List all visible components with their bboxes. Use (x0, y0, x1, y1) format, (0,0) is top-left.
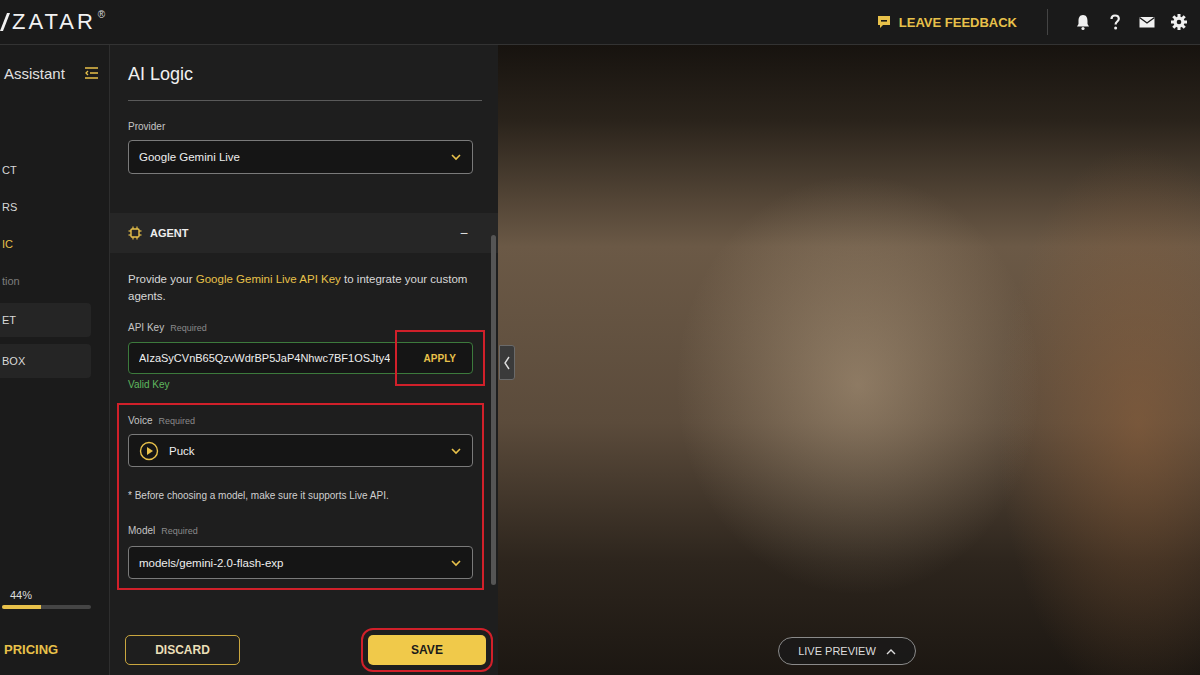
voice-value: Puck (169, 445, 195, 457)
mail-icon[interactable] (1138, 13, 1156, 31)
model-note: * Before choosing a model, make sure it … (128, 489, 473, 503)
field-label: API Key Required (128, 321, 473, 335)
sidebar-item[interactable]: CT (0, 151, 109, 188)
divider (1047, 9, 1048, 35)
button-label: DISCARD (155, 643, 210, 657)
progress-track (2, 605, 91, 609)
panel-content: AI Logic Provider Google Gemini Live AGENT −… (110, 45, 498, 625)
voice-value-wrap: Puck (139, 441, 195, 461)
feedback-label: LEAVE FEEDBACK (899, 15, 1017, 30)
sidebar-item: tion (0, 262, 109, 299)
logo-text: ZATAR (12, 9, 96, 35)
chevron-down-icon (450, 447, 462, 455)
collapse-tab[interactable] (499, 345, 515, 380)
panel-title: AI Logic (128, 45, 482, 101)
sidebar-header: Assistant (0, 45, 109, 101)
chevron-down-icon (450, 153, 462, 161)
top-icons (1074, 13, 1188, 31)
gear-icon[interactable] (1170, 13, 1188, 31)
required-tag: Required (170, 321, 207, 335)
feedback-icon (877, 15, 891, 29)
sidebar-item[interactable]: RS (0, 188, 109, 225)
live-preview-area: LIVE PREVIEW (498, 45, 1200, 675)
chevron-down-icon (450, 559, 462, 567)
agent-section-header[interactable]: AGENT − (110, 213, 498, 253)
agent-intro: Provide your Google Gemini Live API Key … (128, 271, 473, 305)
live-preview-label: LIVE PREVIEW (798, 645, 876, 657)
required-tag: Required (161, 524, 198, 538)
chip-icon (128, 226, 142, 240)
agent-title: AGENT (128, 226, 189, 240)
collapse-menu-icon[interactable] (85, 67, 99, 79)
apply-button[interactable]: APPLY (408, 343, 472, 373)
top-actions: LEAVE FEEDBACK (877, 0, 1188, 44)
sidebar-item-label: tion (2, 275, 20, 287)
agent-title-text: AGENT (150, 227, 189, 239)
sidebar-item-label: IC (2, 238, 13, 250)
ai-logic-panel: AI Logic Provider Google Gemini Live AGENT −… (110, 45, 498, 675)
progress: 44% (0, 588, 109, 609)
sidebar-item-label: BOX (2, 355, 25, 367)
label-text: API Key (128, 321, 164, 335)
progress-fill (2, 605, 41, 609)
key-status: Valid Key (128, 378, 473, 392)
api-key-value: AIzaSyCVnB65QzvWdrBP5JaP4Nhwc7BF1OSJty4 (139, 352, 390, 364)
label-text: Model (128, 524, 155, 538)
panel-footer: DISCARD SAVE (110, 625, 498, 675)
intro-text: Provide your (128, 273, 196, 285)
feedback-button[interactable]: LEAVE FEEDBACK (877, 15, 1047, 30)
required-tag: Required (158, 414, 195, 428)
voice-select[interactable]: Puck (128, 434, 473, 467)
chevron-left-icon (503, 356, 511, 370)
help-icon[interactable] (1106, 13, 1124, 31)
live-preview-toggle[interactable]: LIVE PREVIEW (778, 637, 916, 665)
provider-value: Google Gemini Live (139, 151, 240, 163)
pricing-link[interactable]: PRICING (0, 629, 109, 669)
sidebar-item-label: RS (2, 201, 17, 213)
save-button[interactable]: SAVE (368, 635, 486, 665)
sidebar-item[interactable]: BOX (0, 344, 91, 378)
logo[interactable]: ZATAR® (0, 9, 105, 35)
main: Assistant CT RS IC tion ET BOX 44% PRICING AI Log… (0, 45, 1200, 675)
logo-mark: ® (98, 9, 105, 21)
provider-select[interactable]: Google Gemini Live (128, 140, 473, 174)
logo-slash-icon (0, 9, 10, 35)
apply-label: APPLY (424, 353, 456, 364)
label-text: Provider (128, 120, 165, 134)
progress-reading: 44% (10, 588, 91, 602)
discard-button[interactable]: DISCARD (125, 635, 240, 665)
sidebar-title: Assistant (4, 65, 65, 82)
spacer (0, 381, 109, 588)
sidebar-item-label: CT (2, 164, 17, 176)
model-value: models/gemini-2.0-flash-exp (139, 557, 283, 569)
voice-model-group: Voice Required Puck * Before choosing a mod… (128, 414, 473, 579)
sidebar-items: CT RS IC tion ET BOX (0, 151, 109, 381)
app: ZATAR® LEAVE FEEDBACK Assistant CT RS IC tion E… (0, 0, 1200, 675)
chevron-up-icon (886, 648, 896, 655)
sidebar: Assistant CT RS IC tion ET BOX 44% PRICING (0, 45, 110, 675)
sidebar-item-label: ET (2, 314, 16, 326)
field-label: Voice Required (128, 414, 473, 428)
scrollbar[interactable] (491, 235, 496, 585)
play-icon[interactable] (139, 441, 159, 461)
collapse-toggle[interactable]: − (460, 225, 468, 241)
field-label: Model Required (128, 524, 473, 538)
sidebar-item[interactable]: ET (0, 303, 91, 337)
pricing-label: PRICING (4, 642, 58, 657)
sidebar-item[interactable]: IC (0, 225, 109, 262)
model-select[interactable]: models/gemini-2.0-flash-exp (128, 546, 473, 579)
top-bar: ZATAR® LEAVE FEEDBACK (0, 0, 1200, 45)
field-label: Provider (128, 120, 473, 134)
bell-icon[interactable] (1074, 13, 1092, 31)
label-text: Voice (128, 414, 152, 428)
api-key-input[interactable]: AIzaSyCVnB65QzvWdrBP5JaP4Nhwc7BF1OSJty4 A… (128, 342, 473, 374)
api-key-link[interactable]: Google Gemini Live API Key (196, 273, 341, 285)
button-label: SAVE (411, 643, 443, 657)
